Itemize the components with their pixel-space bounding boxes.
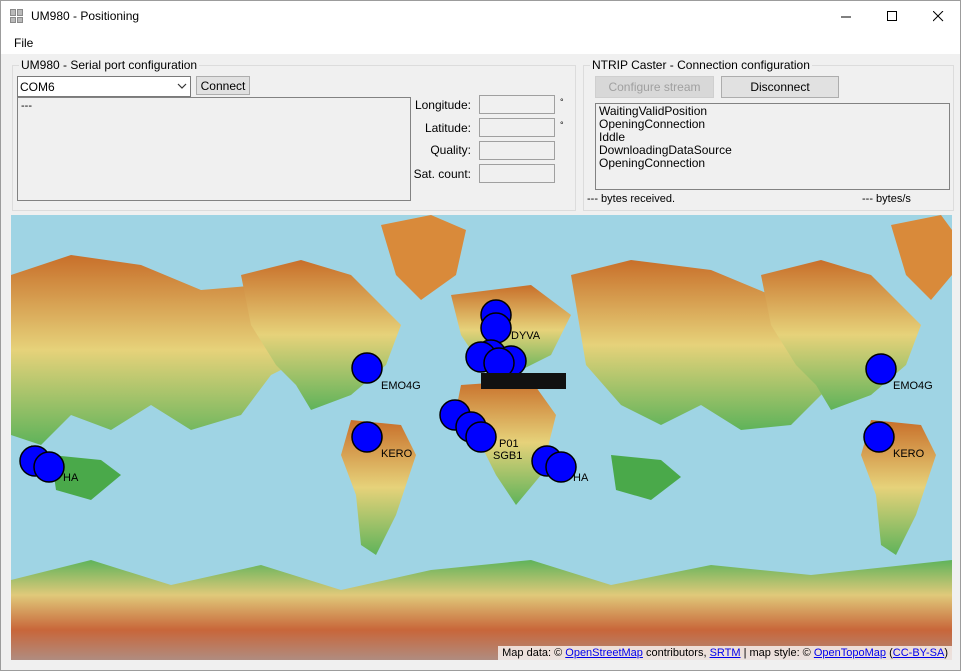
status-line: OpeningConnection — [599, 117, 706, 131]
station-label: EMO4G — [893, 380, 933, 392]
attribution-contributors: contributors, — [642, 647, 710, 659]
topo-map: EMO4G KERO EMO4G KERO SGB1P01 DYVA HA HA — [11, 215, 952, 660]
ntrip-status-list[interactable]: WaitingValidPosition OpeningConnection I… — [595, 103, 950, 190]
latitude-label: Latitude: — [424, 121, 471, 135]
station-label: P01 — [499, 438, 519, 450]
minimize-icon — [840, 16, 851, 18]
ntrip-group-title: NTRIP Caster - Connection configuration — [590, 58, 812, 72]
quality-label: Quality: — [430, 143, 471, 157]
sat-count-label: Sat. count: — [413, 167, 471, 181]
station-label: KERO — [381, 448, 413, 460]
station-label: EMO4G — [381, 380, 421, 392]
station-marker[interactable] — [351, 352, 383, 384]
configure-stream-button[interactable]: Configure stream — [595, 76, 714, 98]
close-button[interactable] — [915, 1, 961, 32]
status-line: OpeningConnection — [599, 156, 706, 170]
close-icon — [932, 11, 943, 22]
overlapping-labels — [481, 373, 566, 389]
station-marker[interactable] — [33, 451, 65, 483]
station-label: HA — [63, 472, 79, 484]
station-label: DYVA — [511, 330, 541, 342]
com-port-select[interactable]: COM6 — [17, 76, 191, 97]
station-label: HA — [573, 472, 589, 484]
longitude-degree: ° — [560, 97, 564, 107]
map-view[interactable]: EMO4G KERO EMO4G KERO SGB1 P01 DYVA HA HA Map da… — [11, 215, 952, 660]
attribution-paren-open: ( — [886, 647, 893, 659]
station-marker[interactable] — [863, 421, 895, 453]
title-bar: UM980 - Positioning — [1, 1, 960, 32]
menu-bar: File — [1, 32, 960, 54]
serial-log-text: --- — [21, 100, 32, 112]
disconnect-button[interactable]: Disconnect — [721, 76, 839, 98]
sat-count-field[interactable] — [479, 164, 555, 183]
maximize-button[interactable] — [869, 1, 915, 32]
attribution-paren-close: ) — [944, 647, 948, 659]
longitude-label: Longitude: — [414, 98, 471, 112]
maximize-icon — [886, 11, 897, 21]
serial-group-title: UM980 - Serial port configuration — [19, 58, 200, 72]
station-label: KERO — [893, 448, 925, 460]
bytes-rate-text: --- bytes/s — [862, 193, 911, 205]
opentopomap-link[interactable]: OpenTopoMap — [814, 647, 886, 659]
station-marker[interactable] — [865, 353, 897, 385]
station-marker[interactable] — [465, 421, 497, 453]
station-marker[interactable] — [545, 451, 577, 483]
com-port-value: COM6 — [20, 80, 55, 94]
app-icon — [10, 9, 24, 23]
minimize-button[interactable] — [823, 1, 869, 32]
osm-link[interactable]: OpenStreetMap — [565, 647, 643, 659]
window-title: UM980 - Positioning — [31, 9, 140, 23]
station-marker[interactable] — [480, 312, 512, 344]
app-window: UM980 - Positioning File UM980 - Serial … — [0, 0, 961, 671]
attribution-style: | map style: © — [740, 647, 814, 659]
menu-file[interactable]: File — [14, 36, 33, 50]
map-attribution: Map data: © OpenStreetMap contributors, … — [498, 646, 952, 660]
chevron-down-icon — [177, 83, 187, 89]
latitude-field[interactable] — [479, 118, 555, 137]
station-marker[interactable] — [351, 421, 383, 453]
longitude-field[interactable] — [479, 95, 555, 114]
station-label: SGB1 — [493, 450, 522, 462]
bytes-received-text: --- bytes received. — [587, 193, 676, 205]
connect-button[interactable]: Connect — [196, 76, 250, 95]
serial-log-box[interactable]: --- — [17, 97, 411, 201]
quality-field[interactable] — [479, 141, 555, 160]
srtm-link[interactable]: SRTM — [710, 647, 741, 659]
license-link[interactable]: CC-BY-SA — [893, 647, 945, 659]
attribution-prefix: Map data: © — [502, 647, 566, 659]
latitude-degree: ° — [560, 120, 564, 130]
